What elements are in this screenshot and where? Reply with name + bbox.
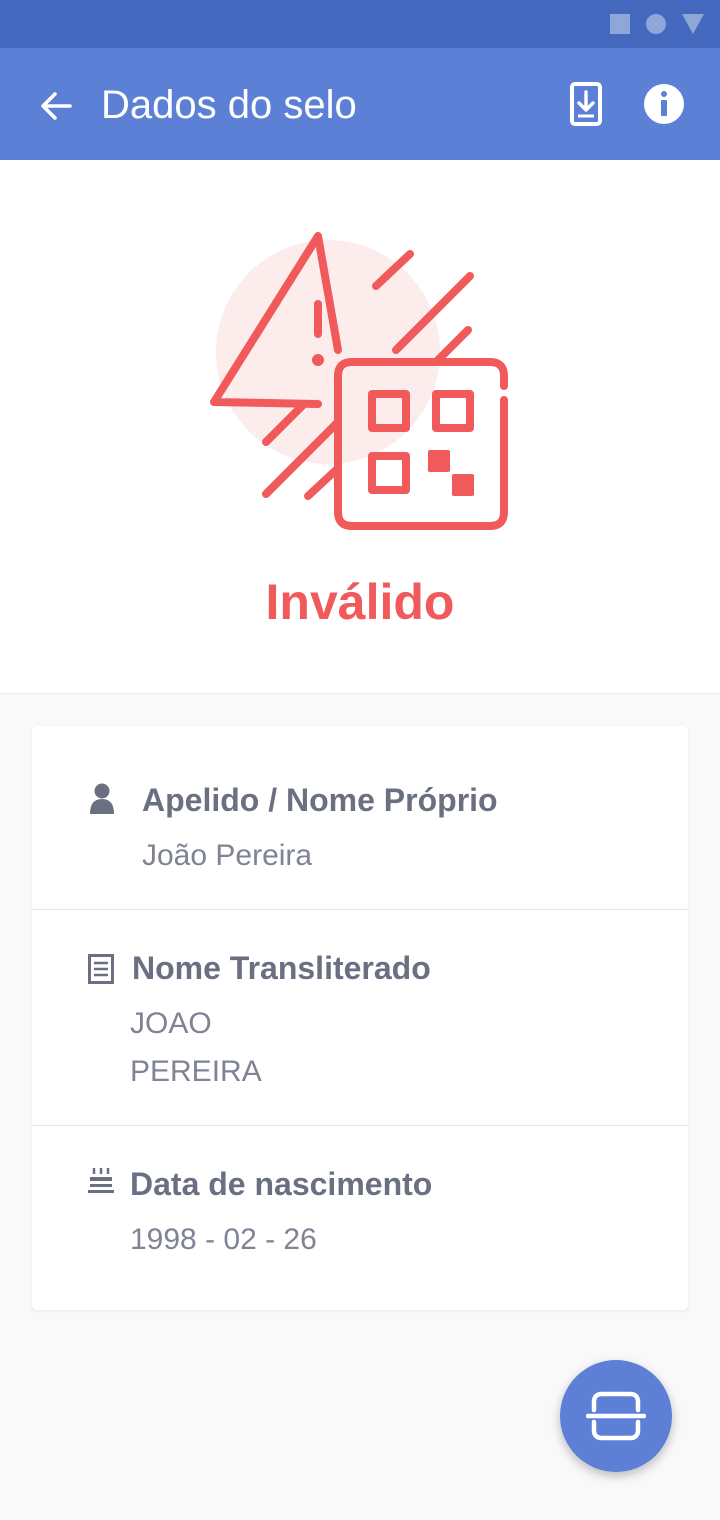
name-section: Apelido / Nome Próprio João Pereira: [32, 726, 688, 910]
back-button[interactable]: [30, 84, 82, 128]
download-button[interactable]: [564, 78, 608, 132]
transliterated-section: Nome Transliterado JOAO PEREIRA: [32, 910, 688, 1126]
scan-button[interactable]: [560, 1360, 672, 1472]
square-icon: [610, 14, 630, 34]
page-title: Dados do selo: [101, 83, 357, 127]
arrow-left-icon: [41, 92, 72, 120]
status-bar: [0, 0, 720, 48]
person-icon: [90, 783, 114, 814]
birth-section: Data de nascimento 1998 - 02 - 26: [32, 1126, 688, 1310]
status-hero: Inválido: [0, 160, 720, 694]
transliterated-value-line1: JOAO: [130, 1007, 212, 1040]
birth-label: Data de nascimento: [130, 1166, 433, 1202]
info-icon: [644, 84, 684, 124]
circle-icon: [646, 14, 666, 34]
invalid-qr-warning-icon: [210, 232, 508, 530]
name-label: Apelido / Nome Próprio: [142, 782, 498, 818]
name-value: João Pereira: [142, 839, 313, 872]
app-bar: Dados do selo: [0, 48, 720, 160]
triangle-icon: [682, 14, 704, 34]
validation-status: Inválido: [265, 574, 455, 630]
transliterated-value-line2: PEREIRA: [130, 1055, 262, 1088]
birth-value: 1998 - 02 - 26: [130, 1223, 317, 1256]
status-icons: [610, 14, 704, 34]
download-icon: [570, 82, 602, 126]
info-button[interactable]: [640, 80, 688, 128]
document-icon: [88, 954, 114, 984]
details-card: Apelido / Nome Próprio João Pereira Nome…: [32, 726, 688, 1310]
transliterated-label: Nome Transliterado: [132, 950, 431, 986]
cake-icon: [88, 1168, 114, 1193]
scan-icon: [586, 1391, 646, 1441]
